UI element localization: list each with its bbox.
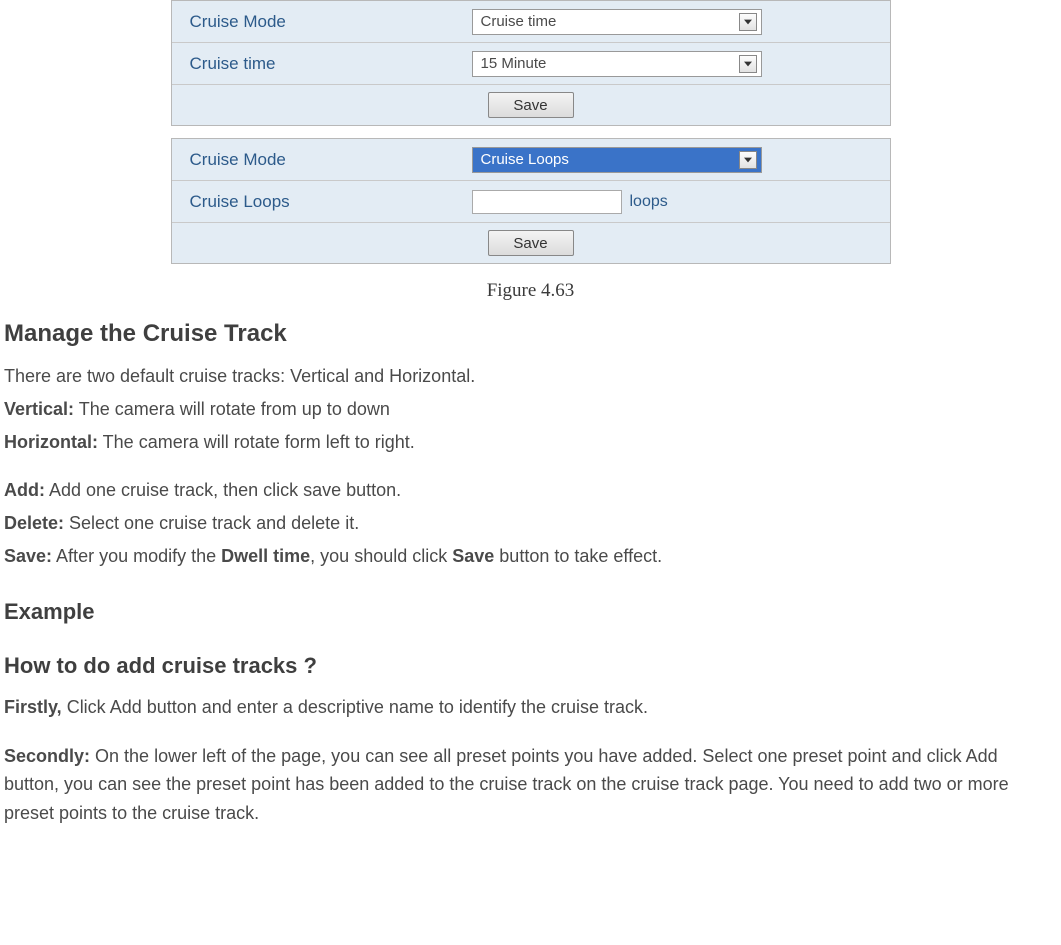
save-text-b: Dwell time	[221, 546, 310, 566]
cruise-mode-label-1: Cruise Mode	[172, 12, 472, 32]
secondly-label: Secondly:	[4, 746, 90, 766]
chevron-down-icon	[739, 55, 757, 73]
heading-how: How to do add cruise tracks ?	[4, 653, 1057, 679]
save-text-e: button to take effect.	[494, 546, 662, 566]
horizontal-text: The camera will rotate form left to righ…	[98, 432, 415, 452]
save-row-1: Save	[172, 85, 890, 125]
save-line: Save: After you modify the Dwell time, y…	[4, 542, 1057, 571]
cruise-time-label: Cruise time	[172, 54, 472, 74]
delete-label: Delete:	[4, 513, 64, 533]
cruise-loops-panel: Cruise Mode Cruise Loops Cruise Loops lo…	[171, 138, 891, 264]
cruise-mode-row-1: Cruise Mode Cruise time	[172, 1, 890, 43]
delete-text: Select one cruise track and delete it.	[64, 513, 359, 533]
cruise-mode-select-1-value: Cruise time	[481, 13, 557, 30]
cruise-loops-label: Cruise Loops	[172, 192, 472, 212]
vertical-line: Vertical: The camera will rotate from up…	[4, 395, 1057, 424]
heading-example: Example	[4, 599, 1057, 625]
secondly-text: On the lower left of the page, you can s…	[4, 746, 1009, 824]
heading-manage: Manage the Cruise Track	[4, 320, 1057, 348]
cruise-time-row: Cruise time 15 Minute	[172, 43, 890, 85]
firstly-label: Firstly,	[4, 697, 62, 717]
cruise-mode-select-2[interactable]: Cruise Loops	[472, 147, 762, 173]
cruise-time-select-value: 15 Minute	[481, 55, 547, 72]
cruise-loops-suffix: loops	[630, 193, 668, 211]
add-line: Add: Add one cruise track, then click sa…	[4, 476, 1057, 505]
cruise-mode-select-1[interactable]: Cruise time	[472, 9, 762, 35]
figure-area: Cruise Mode Cruise time Cruise time 15 M…	[0, 0, 1061, 320]
cruise-mode-row-2: Cruise Mode Cruise Loops	[172, 139, 890, 181]
add-label: Add:	[4, 480, 45, 500]
firstly-text: Click Add button and enter a descriptive…	[62, 697, 648, 717]
cruise-mode-label-2: Cruise Mode	[172, 150, 472, 170]
cruise-time-panel: Cruise Mode Cruise time Cruise time 15 M…	[171, 0, 891, 126]
add-text: Add one cruise track, then click save bu…	[45, 480, 401, 500]
horizontal-line: Horizontal: The camera will rotate form …	[4, 428, 1057, 457]
chevron-down-icon	[739, 13, 757, 31]
save-text-c: , you should click	[310, 546, 452, 566]
horizontal-label: Horizontal:	[4, 432, 98, 452]
save-label: Save:	[4, 546, 52, 566]
save-row-2: Save	[172, 223, 890, 263]
figure-caption: Figure 4.63	[487, 280, 575, 302]
chevron-down-icon	[739, 151, 757, 169]
cruise-time-select[interactable]: 15 Minute	[472, 51, 762, 77]
cruise-loops-input[interactable]	[472, 190, 622, 214]
content-area: Manage the Cruise Track There are two de…	[0, 320, 1061, 828]
vertical-text: The camera will rotate from up to down	[74, 399, 390, 419]
save-button-2[interactable]: Save	[488, 230, 574, 256]
manage-intro: There are two default cruise tracks: Ver…	[4, 362, 1057, 391]
secondly-line: Secondly: On the lower left of the page,…	[4, 742, 1057, 828]
cruise-loops-row: Cruise Loops loops	[172, 181, 890, 223]
vertical-label: Vertical:	[4, 399, 74, 419]
save-text-d: Save	[452, 546, 494, 566]
save-text-a: After you modify the	[52, 546, 221, 566]
cruise-mode-select-2-value: Cruise Loops	[481, 151, 569, 168]
delete-line: Delete: Select one cruise track and dele…	[4, 509, 1057, 538]
save-button-1[interactable]: Save	[488, 92, 574, 118]
firstly-line: Firstly, Click Add button and enter a de…	[4, 693, 1057, 722]
